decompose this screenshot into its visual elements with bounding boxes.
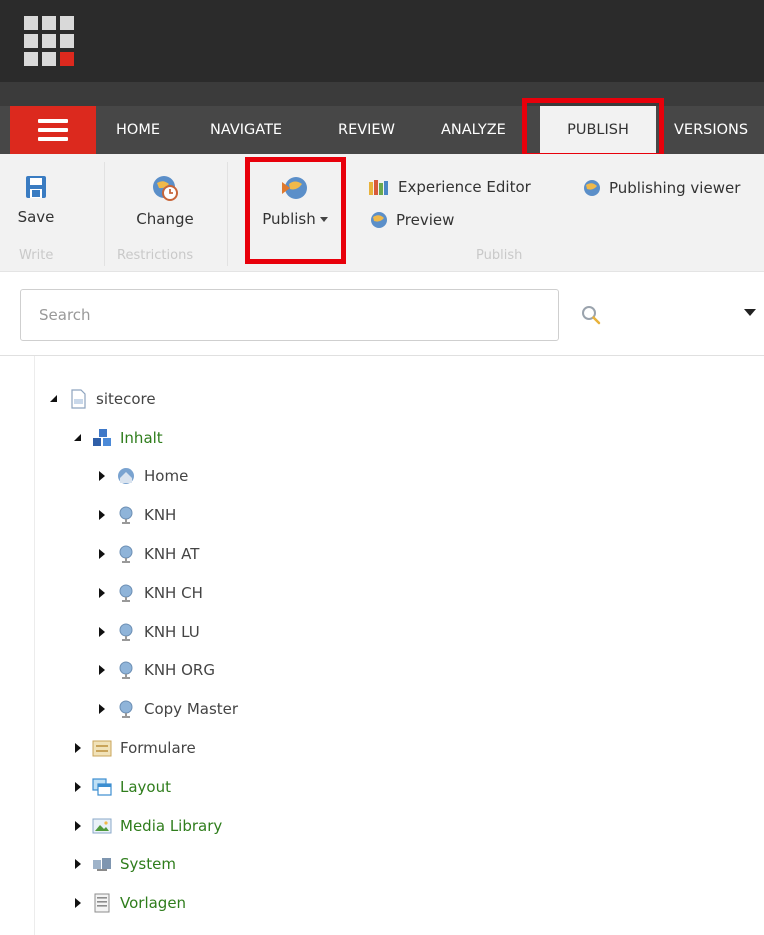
tree-node-knh-at[interactable]: KNH AT — [96, 541, 199, 567]
document-icon — [71, 389, 86, 409]
menu-hamburger-icon[interactable] — [10, 106, 96, 154]
tree-node-label: System — [120, 855, 176, 873]
search-box — [20, 289, 559, 341]
expand-arrow-icon[interactable] — [72, 897, 84, 909]
group-divider — [104, 162, 105, 266]
tree-node-sitecore[interactable]: sitecore — [48, 386, 156, 412]
publish-globe-icon — [282, 177, 307, 199]
site-globe-icon — [119, 545, 133, 563]
save-icon — [26, 176, 46, 198]
tree-node-label: KNH CH — [144, 584, 203, 602]
site-globe-icon — [119, 506, 133, 524]
collapse-arrow-icon[interactable] — [72, 432, 84, 444]
experience-editor-label: Experience Editor — [398, 178, 531, 196]
publish-button[interactable]: Publish — [254, 174, 336, 228]
tree-node-system[interactable]: System — [72, 851, 176, 877]
expand-arrow-icon[interactable] — [72, 742, 84, 754]
tree-node-copy-master[interactable]: Copy Master — [96, 696, 238, 722]
tree-node-label: Layout — [120, 778, 171, 796]
tree-node-label: Formulare — [120, 739, 196, 757]
change-label: Change — [136, 210, 194, 228]
forms-icon — [92, 740, 112, 757]
expand-arrow-icon[interactable] — [96, 664, 108, 676]
change-restrictions-button[interactable]: Change — [130, 174, 200, 228]
expand-arrow-icon[interactable] — [72, 781, 84, 793]
preview-button[interactable]: Preview — [368, 210, 454, 230]
app-launcher-icon[interactable] — [24, 16, 74, 66]
group-label-publish: Publish — [476, 248, 523, 263]
tree-node-label: KNH LU — [144, 623, 200, 641]
publish-label-wrap: Publish — [254, 210, 336, 228]
group-divider — [227, 162, 228, 266]
tab-analyze[interactable]: ANALYZE — [441, 106, 506, 154]
templates-icon — [94, 893, 110, 913]
tree-node-knh-ch[interactable]: KNH CH — [96, 580, 203, 606]
divider — [0, 355, 764, 356]
tree-node-label: KNH — [144, 506, 177, 524]
publishing-viewer-button[interactable]: Publishing viewer — [581, 178, 740, 198]
expand-arrow-icon[interactable] — [96, 548, 108, 560]
preview-label: Preview — [396, 211, 455, 229]
save-button[interactable]: Save — [16, 174, 56, 226]
expand-arrow-icon[interactable] — [96, 626, 108, 638]
home-globe-icon — [118, 468, 134, 484]
expand-arrow-icon[interactable] — [96, 470, 108, 482]
tree-node-label: Media Library — [120, 817, 223, 835]
ribbon: Save Write Change Restrictions Publish E… — [0, 154, 764, 272]
group-label-restrictions: Restrictions — [117, 248, 194, 263]
tree-node-home[interactable]: Home — [96, 463, 188, 489]
tree-node-label: Inhalt — [120, 429, 163, 447]
tree-node-knh-lu[interactable]: KNH LU — [96, 619, 200, 645]
tree-node-label: KNH AT — [144, 545, 200, 563]
expand-arrow-icon[interactable] — [96, 587, 108, 599]
experience-editor-icon — [369, 180, 388, 195]
expand-arrow-icon[interactable] — [72, 858, 84, 870]
tab-versions[interactable]: VERSIONS — [674, 106, 748, 154]
chevron-down-icon — [319, 217, 328, 222]
content-cubes-icon — [93, 429, 111, 446]
ribbon-tab-bar: HOME NAVIGATE REVIEW ANALYZE PUBLISH VER… — [0, 82, 764, 154]
expand-arrow-icon[interactable] — [96, 703, 108, 715]
tree-node-label: Home — [144, 467, 189, 485]
tree-border — [34, 356, 35, 935]
top-bar — [0, 0, 764, 82]
tree-node-label: KNH ORG — [144, 661, 215, 679]
site-globe-icon — [119, 584, 133, 602]
tab-navigate[interactable]: NAVIGATE — [210, 106, 282, 154]
tree-node-formulare[interactable]: Formulare — [72, 735, 196, 761]
expand-arrow-icon[interactable] — [72, 820, 84, 832]
tree-node-vorlagen[interactable]: Vorlagen — [72, 890, 186, 916]
tree-node-knh[interactable]: KNH — [96, 502, 176, 528]
tree-node-label: Vorlagen — [120, 894, 187, 912]
group-label-write: Write — [19, 248, 54, 263]
publish-label: Publish — [262, 210, 316, 228]
tree-node-label: Copy Master — [144, 700, 239, 718]
site-globe-icon — [119, 661, 133, 679]
tree-node-layout[interactable]: Layout — [72, 774, 171, 800]
preview-globe-icon — [371, 212, 387, 228]
tab-home[interactable]: HOME — [116, 106, 160, 154]
layout-icon — [92, 778, 112, 796]
tab-review[interactable]: REVIEW — [338, 106, 395, 154]
tree-node-label: sitecore — [96, 390, 156, 408]
tab-publish[interactable]: PUBLISH — [540, 106, 656, 154]
search-input[interactable] — [21, 290, 558, 340]
tree-node-media-library[interactable]: Media Library — [72, 813, 222, 839]
publishing-viewer-icon — [584, 180, 600, 196]
tree-node-knh-org[interactable]: KNH ORG — [96, 657, 215, 683]
experience-editor-button[interactable]: Experience Editor — [368, 178, 531, 196]
collapse-arrow-icon[interactable] — [48, 393, 60, 405]
tree-node-inhalt[interactable]: Inhalt — [72, 425, 163, 451]
media-library-icon — [92, 818, 112, 834]
expand-arrow-icon[interactable] — [96, 509, 108, 521]
publishing-viewer-label: Publishing viewer — [609, 179, 741, 197]
save-label: Save — [17, 208, 55, 226]
site-globe-icon — [119, 623, 133, 641]
site-globe-icon — [119, 700, 133, 718]
search-icon[interactable] — [580, 304, 602, 326]
system-icon — [93, 858, 111, 871]
clock-globe-icon — [153, 176, 178, 201]
search-options-dropdown-icon[interactable] — [744, 309, 756, 316]
